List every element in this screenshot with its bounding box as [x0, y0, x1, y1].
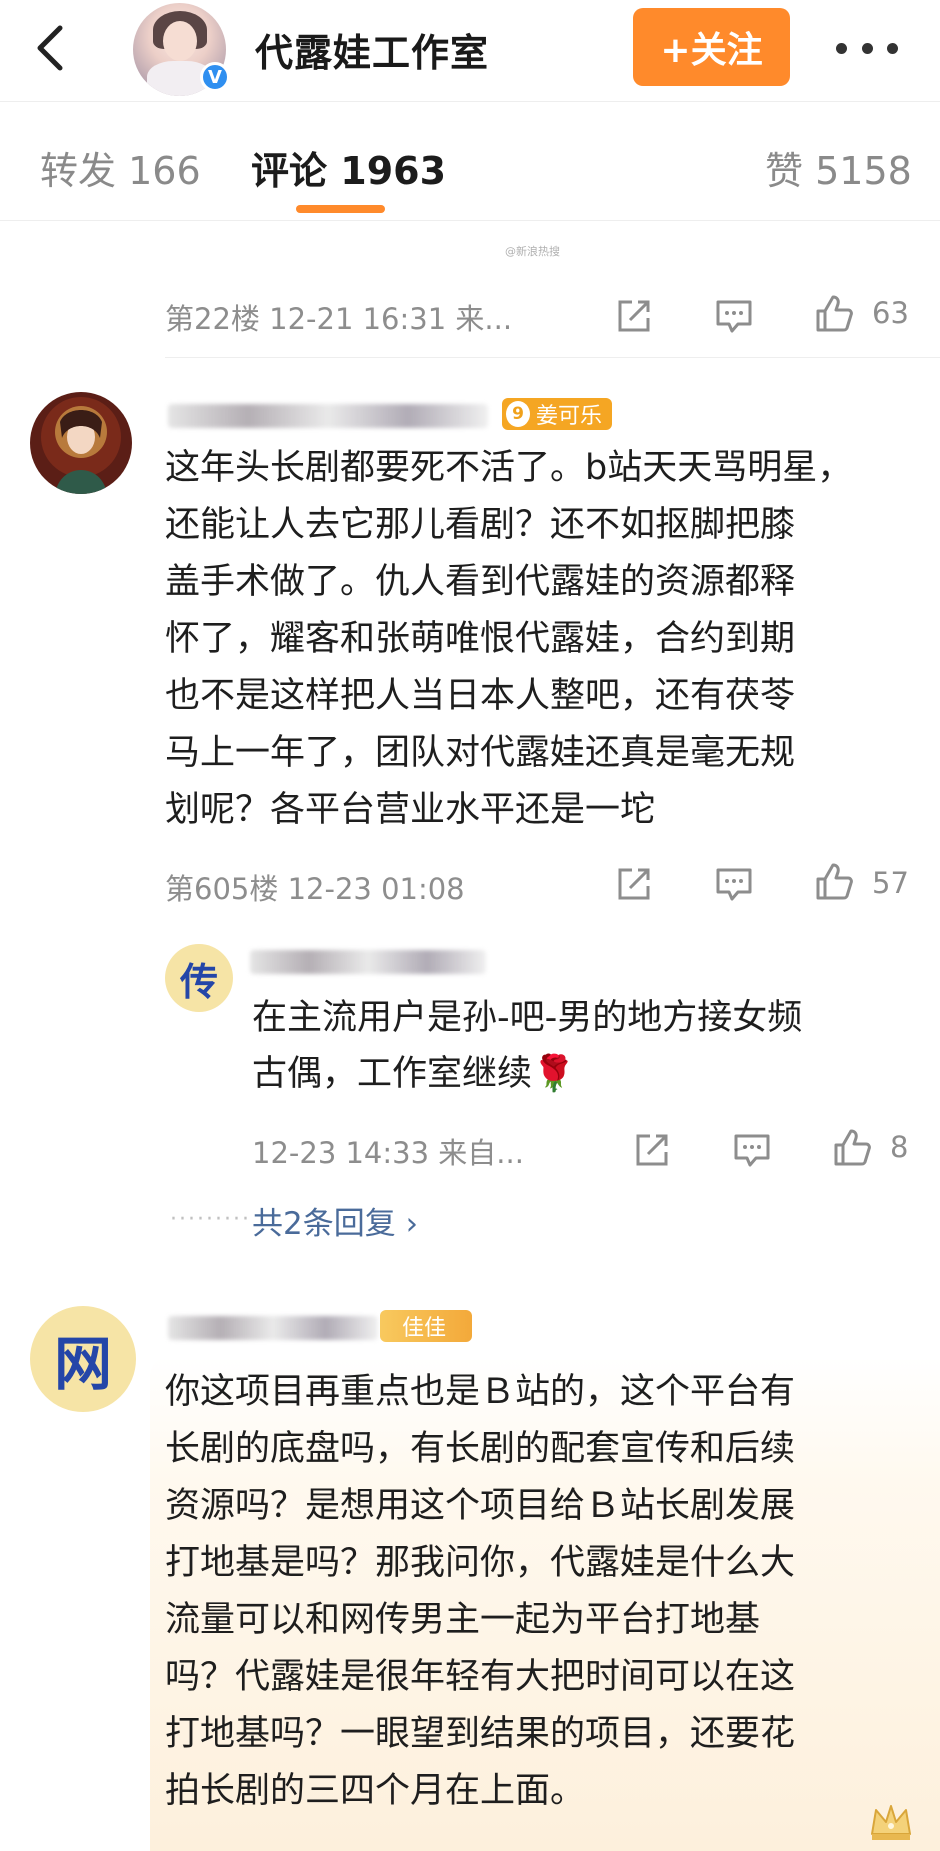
divider	[0, 220, 940, 221]
studio-avatar[interactable]: V	[133, 3, 230, 96]
commenter-avatar[interactable]: 网	[30, 1306, 136, 1412]
username-blurred[interactable]	[168, 404, 488, 428]
more-options-icon[interactable]	[836, 28, 898, 68]
comment-meta: 第605楼 12-23 01:08	[165, 872, 465, 906]
reply-text: 在主流用户是孙-吧-男的地方接女频 古偶，工作室继续🌹	[252, 998, 803, 1094]
account-name[interactable]: 代露娃工作室	[255, 22, 489, 77]
back-arrow-icon[interactable]	[22, 18, 82, 78]
divider	[0, 101, 940, 102]
share-icon[interactable]	[612, 862, 656, 906]
reply-avatar[interactable]: 传	[165, 944, 233, 1012]
more-replies-link[interactable]: 共2条回复 ›	[252, 1198, 418, 1243]
like-icon[interactable]	[830, 1126, 874, 1170]
comment-text: 你这项目再重点也是Ｂ站的，这个平台有 长剧的底盘吗，有长剧的配套宣传和后续 资源…	[165, 1372, 796, 1811]
share-icon[interactable]	[612, 294, 656, 338]
tab-likes[interactable]: 赞 5158	[765, 140, 912, 195]
comment-icon[interactable]	[712, 294, 756, 338]
comment-icon[interactable]	[730, 1128, 774, 1172]
like-icon[interactable]	[812, 292, 856, 336]
comment-icon[interactable]	[712, 862, 756, 906]
reply-username-blurred[interactable]	[250, 950, 486, 974]
fan-badge: 9 姜可乐	[502, 398, 612, 430]
share-icon[interactable]	[630, 1128, 674, 1172]
fan-badge: 佳佳	[380, 1310, 472, 1342]
tab-comments[interactable]: 评论 1963	[251, 140, 446, 195]
reply-dots: ·········	[170, 1207, 251, 1232]
like-count: 8	[890, 1130, 909, 1164]
like-count: 63	[872, 296, 909, 330]
like-icon[interactable]	[812, 860, 856, 904]
commenter-avatar[interactable]	[30, 392, 132, 494]
divider	[165, 357, 940, 358]
verified-icon: V	[200, 62, 230, 92]
crown-icon	[871, 1805, 911, 1840]
comment-meta: 第22楼 12-21 16:31 来...	[165, 302, 513, 336]
follow-button[interactable]: +关注	[633, 8, 790, 86]
active-tab-indicator	[296, 205, 385, 213]
username-blurred[interactable]	[168, 1316, 378, 1340]
comment-text: 这年头长剧都要死不活了。b站天天骂明星， 还能让人去它那儿看剧？还不如抠脚把膝 …	[165, 448, 853, 830]
reply-meta: 12-23 14:33 来自...	[252, 1136, 524, 1170]
watermark: @新浪热搜	[505, 245, 560, 258]
tab-reposts[interactable]: 转发 166	[40, 140, 201, 195]
like-count: 57	[872, 866, 909, 900]
top-bar: V 代露娃工作室 +关注	[0, 0, 940, 100]
